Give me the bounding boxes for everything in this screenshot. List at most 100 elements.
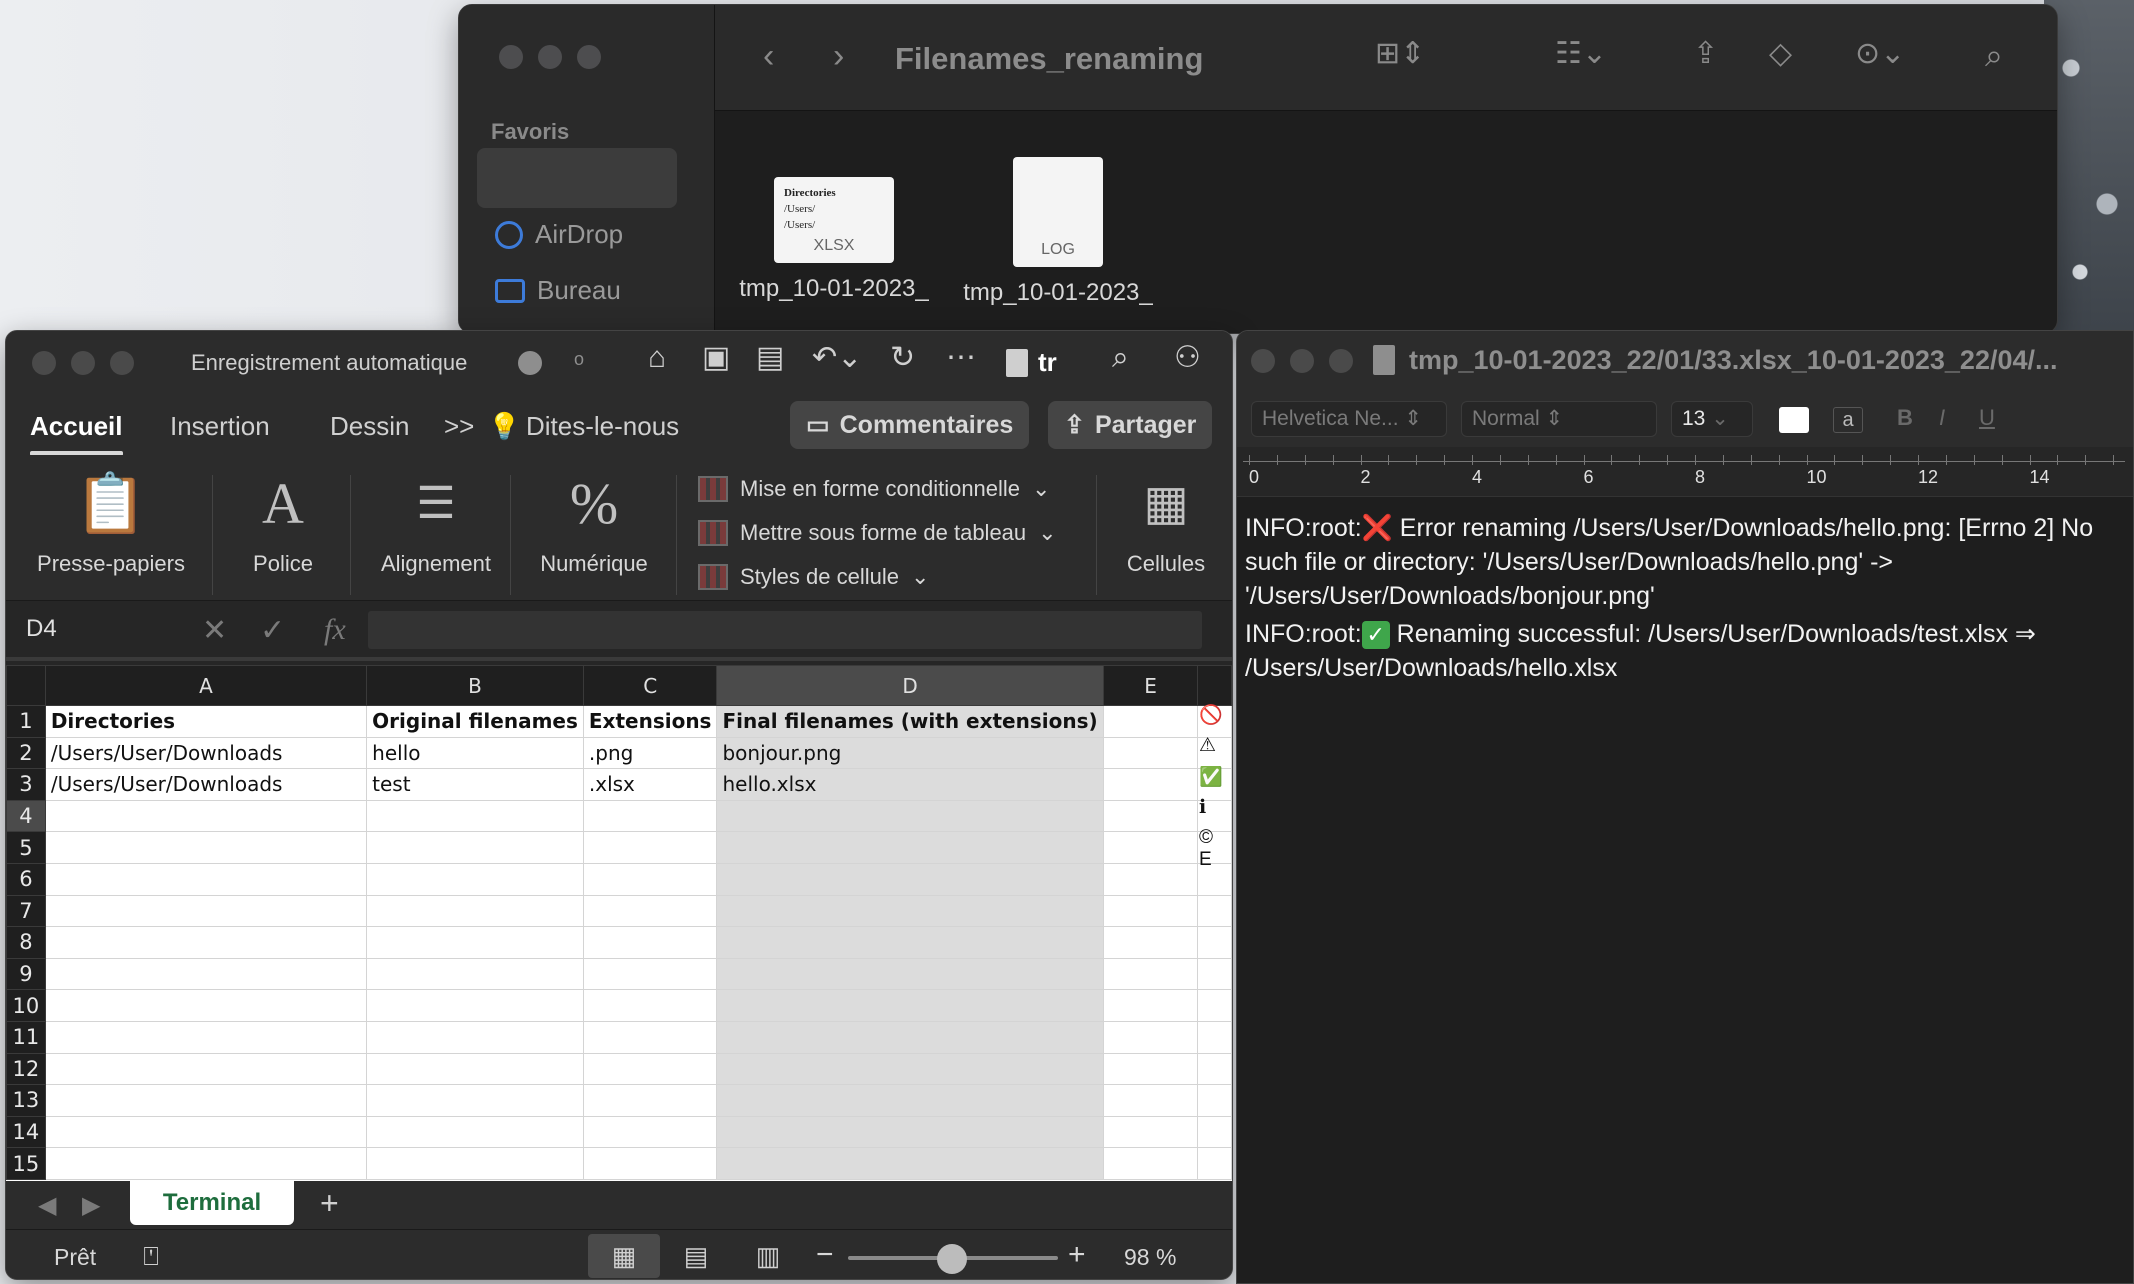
cell-styles-button[interactable]: Styles de cellule ⌄ bbox=[698, 555, 1057, 599]
cell[interactable] bbox=[1197, 1115, 1232, 1149]
cell[interactable] bbox=[1102, 736, 1199, 770]
more-icon[interactable]: ⋯ bbox=[946, 343, 976, 373]
cell[interactable]: Final filenames (with extensions) bbox=[716, 705, 1104, 738]
cell[interactable] bbox=[44, 894, 368, 928]
sheet-tab-terminal[interactable]: Terminal bbox=[130, 1181, 294, 1225]
undo-icon[interactable]: ↶⌄ bbox=[812, 343, 862, 373]
share-icon[interactable]: ⇪ bbox=[1693, 39, 1718, 69]
column-header[interactable]: B bbox=[366, 665, 584, 706]
cell[interactable]: .png bbox=[582, 736, 718, 770]
forward-icon[interactable]: › bbox=[833, 39, 844, 73]
cell[interactable] bbox=[582, 1147, 718, 1180]
cell[interactable] bbox=[44, 862, 368, 896]
comments-button[interactable]: ▭ Commentaires bbox=[790, 401, 1030, 449]
next-sheet-icon[interactable]: ▶ bbox=[82, 1191, 100, 1220]
cell[interactable] bbox=[1197, 1052, 1232, 1086]
cell[interactable] bbox=[366, 1052, 584, 1086]
row-header[interactable]: 8 bbox=[6, 926, 46, 959]
account-icon[interactable]: ⚇ bbox=[1174, 343, 1201, 373]
cell[interactable] bbox=[716, 894, 1104, 928]
normal-view-button[interactable]: ▦ bbox=[588, 1234, 660, 1278]
cell[interactable] bbox=[44, 1020, 368, 1054]
alignment-group[interactable]: ☰ Alignement bbox=[366, 469, 506, 577]
cell[interactable] bbox=[716, 1147, 1104, 1180]
cell[interactable] bbox=[1102, 1052, 1199, 1086]
highlight-color-swatch[interactable]: a bbox=[1833, 407, 1863, 433]
cell[interactable] bbox=[366, 862, 584, 896]
cell[interactable]: /Users/User/Downloads bbox=[44, 736, 368, 770]
close-button[interactable] bbox=[1251, 349, 1275, 373]
cell[interactable] bbox=[582, 862, 718, 896]
cell[interactable] bbox=[582, 894, 718, 928]
search-icon[interactable]: ⌕ bbox=[1112, 343, 1129, 373]
cell[interactable] bbox=[1102, 768, 1199, 801]
conditional-format-button[interactable]: Mise en forme conditionnelle ⌄ bbox=[698, 467, 1057, 511]
cell[interactable] bbox=[1102, 989, 1199, 1022]
zoom-button[interactable] bbox=[110, 351, 134, 375]
group-icon[interactable]: ☷⌄ bbox=[1555, 39, 1607, 69]
cell[interactable] bbox=[1197, 957, 1232, 991]
cell[interactable]: test bbox=[366, 768, 584, 801]
document-body[interactable]: INFO:root:❌ Error renaming /Users/User/D… bbox=[1245, 511, 2117, 685]
tab-insertion[interactable]: Insertion bbox=[170, 411, 270, 442]
prev-sheet-icon[interactable]: ◀ bbox=[38, 1191, 56, 1220]
sidebar-item-airdrop[interactable]: AirDrop bbox=[495, 219, 623, 250]
save-as-icon[interactable]: ▤ bbox=[756, 343, 784, 373]
cell[interactable] bbox=[1102, 831, 1199, 864]
row-header[interactable]: 7 bbox=[6, 894, 46, 928]
document-name[interactable]: tr bbox=[1006, 347, 1057, 378]
row-header[interactable]: 1 bbox=[6, 705, 46, 738]
row-header[interactable]: 6 bbox=[6, 862, 46, 896]
row-header[interactable]: 12 bbox=[6, 1052, 46, 1086]
cell[interactable] bbox=[1102, 1147, 1199, 1180]
italic-button[interactable]: I bbox=[1939, 405, 1945, 431]
cell[interactable] bbox=[716, 862, 1104, 896]
cell[interactable] bbox=[582, 1115, 718, 1149]
format-as-table-button[interactable]: Mettre sous forme de tableau ⌄ bbox=[698, 511, 1057, 555]
row-header[interactable]: 2 bbox=[6, 736, 46, 770]
cell[interactable] bbox=[44, 1147, 368, 1180]
cell[interactable] bbox=[366, 1020, 584, 1054]
cell[interactable] bbox=[716, 831, 1104, 864]
cell[interactable] bbox=[1197, 1084, 1232, 1117]
row-header[interactable]: 5 bbox=[6, 831, 46, 864]
cell[interactable] bbox=[1197, 989, 1232, 1022]
cell[interactable] bbox=[1102, 957, 1199, 991]
close-button[interactable] bbox=[499, 45, 523, 69]
clipboard-group[interactable]: 📋 Presse-papiers bbox=[26, 469, 196, 577]
cell[interactable] bbox=[366, 799, 584, 833]
minimize-button[interactable] bbox=[1290, 349, 1314, 373]
zoom-out-button[interactable]: − bbox=[816, 1238, 834, 1272]
cell[interactable] bbox=[1197, 894, 1232, 928]
cell[interactable] bbox=[366, 957, 584, 991]
cell[interactable]: hello bbox=[366, 736, 584, 770]
row-header[interactable]: 15 bbox=[6, 1147, 46, 1180]
zoom-slider[interactable] bbox=[848, 1244, 1058, 1274]
cell[interactable]: bonjour.png bbox=[716, 736, 1104, 770]
cell[interactable] bbox=[366, 831, 584, 864]
row-header[interactable]: 14 bbox=[6, 1115, 46, 1149]
ruler[interactable]: 0 2 4 6 8 10 12 14 bbox=[1237, 447, 2133, 497]
row-header[interactable]: 3 bbox=[6, 768, 46, 801]
cell[interactable] bbox=[716, 1052, 1104, 1086]
cell[interactable] bbox=[1197, 1020, 1232, 1054]
name-box[interactable]: D4 bbox=[26, 615, 57, 643]
cell[interactable] bbox=[44, 831, 368, 864]
cell[interactable] bbox=[366, 894, 584, 928]
search-icon[interactable]: ⌕ bbox=[1985, 39, 2003, 71]
cell[interactable] bbox=[582, 831, 718, 864]
row-header[interactable]: 13 bbox=[6, 1084, 46, 1117]
column-header[interactable] bbox=[1197, 665, 1232, 706]
cell[interactable] bbox=[1102, 926, 1199, 959]
cell[interactable] bbox=[1197, 1147, 1232, 1180]
zoom-in-button[interactable]: + bbox=[1068, 1238, 1086, 1272]
autosave-toggle[interactable] bbox=[518, 351, 542, 375]
column-header[interactable]: C bbox=[582, 665, 718, 706]
cell[interactable] bbox=[1102, 1084, 1199, 1117]
add-sheet-button[interactable]: + bbox=[320, 1185, 339, 1222]
text-color-swatch[interactable] bbox=[1779, 407, 1809, 433]
cell[interactable] bbox=[44, 957, 368, 991]
font-size-select[interactable]: 13 ⌄ bbox=[1671, 401, 1753, 437]
file-item[interactable]: Directories /Users/ /Users/ XLSX tmp_10-… bbox=[734, 157, 934, 303]
cell[interactable]: .xlsx bbox=[582, 768, 718, 801]
